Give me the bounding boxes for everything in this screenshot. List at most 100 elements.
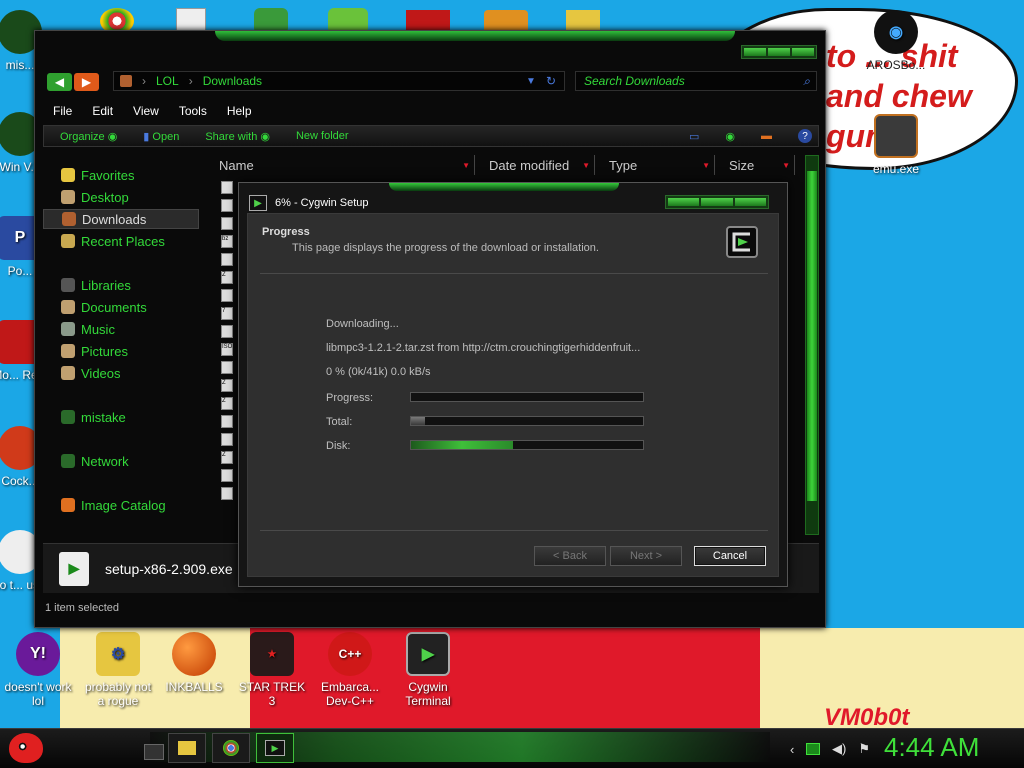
menu-tools[interactable]: Tools: [179, 104, 207, 118]
desktop-icon[interactable]: ⚙ probably not a rogue: [80, 632, 156, 708]
clock[interactable]: 4:44 AM: [884, 732, 979, 763]
file-icon[interactable]: [221, 469, 233, 482]
forward-arrow-icon[interactable]: ▶: [74, 73, 99, 91]
search-input[interactable]: Search Downloads ⌕: [575, 71, 817, 91]
file-icon[interactable]: Z: [221, 379, 233, 392]
organize-button[interactable]: Organize ◉: [60, 130, 117, 143]
nav-item-label: Pictures: [81, 343, 128, 359]
maximize-button[interactable]: [768, 48, 790, 56]
new-folder-button[interactable]: New folder: [296, 130, 349, 142]
file-icon[interactable]: Z: [221, 397, 233, 410]
start-button[interactable]: [4, 728, 48, 768]
file-icon[interactable]: 7: [221, 307, 233, 320]
breadcrumb-downloads[interactable]: Downloads: [203, 74, 262, 88]
cygwin-setup-dialog[interactable]: ▶ 6% - Cygwin Setup Progress This page d…: [238, 182, 788, 587]
nav-item-label: Libraries: [81, 277, 131, 293]
preview-pane-icon[interactable]: ▬: [761, 130, 772, 142]
total-label: Total:: [326, 416, 353, 428]
share-with-button[interactable]: Share with ◉: [205, 130, 270, 143]
minimize-button[interactable]: [668, 198, 700, 206]
desktop-icon[interactable]: Y! doesn't work lol: [0, 632, 76, 708]
desktop-icon[interactable]: ★ STAR TREK 3: [234, 632, 310, 708]
view-options-icon[interactable]: ◉: [725, 130, 735, 143]
scrollbar-thumb[interactable]: [807, 171, 817, 501]
close-button[interactable]: [792, 48, 814, 56]
maximize-button[interactable]: [701, 198, 733, 206]
folder-icon: [178, 741, 196, 755]
file-icon[interactable]: [221, 217, 233, 230]
column-type[interactable]: Type ▼: [595, 155, 715, 175]
minimize-button[interactable]: [744, 48, 766, 56]
open-button[interactable]: ▮ Open: [143, 130, 179, 143]
flag-icon[interactable]: ⚑: [858, 741, 870, 757]
file-icon[interactable]: [221, 325, 233, 338]
file-icon[interactable]: [221, 487, 233, 500]
taskbar-chrome[interactable]: [212, 733, 250, 763]
yahoo-icon: Y!: [16, 632, 60, 676]
taskbar-explorer[interactable]: [168, 733, 206, 763]
status-bar: 1 item selected: [45, 602, 119, 614]
desktop-icon[interactable]: emu.exe: [858, 114, 934, 176]
cancel-button[interactable]: Cancel: [694, 546, 766, 566]
chrome-icon: [223, 740, 239, 756]
nav-buttons[interactable]: ◀ ▶: [47, 73, 99, 91]
gears-icon: ⚙: [96, 632, 140, 676]
breadcrumb-lol[interactable]: LOL: [156, 74, 179, 88]
file-icon[interactable]: [221, 361, 233, 374]
cygwin-icon: ▶: [249, 195, 267, 211]
column-date-modified[interactable]: Date modified ▼: [475, 155, 595, 175]
nav-item-recent-places[interactable]: Recent Places: [43, 231, 199, 251]
show-desktop-icon[interactable]: [144, 744, 164, 760]
desktop-icon[interactable]: ▶ Cygwin Terminal: [390, 632, 466, 708]
nav-item-libraries[interactable]: Libraries: [43, 275, 199, 295]
file-icon[interactable]: Z: [221, 451, 233, 464]
nav-item-pictures[interactable]: Pictures: [43, 341, 199, 361]
network-icon[interactable]: [806, 743, 821, 755]
nav-item-favorites[interactable]: Favorites: [43, 165, 199, 185]
taskbar-cygwin-setup[interactable]: ▶: [256, 733, 294, 763]
nav-item-videos[interactable]: Videos: [43, 363, 199, 383]
column-size[interactable]: Size ▼: [715, 155, 795, 175]
back-arrow-icon[interactable]: ◀: [47, 73, 72, 91]
total-bar: [410, 416, 644, 426]
menu-view[interactable]: View: [133, 104, 159, 118]
nav-item-music[interactable]: Music: [43, 319, 199, 339]
file-icon[interactable]: [221, 289, 233, 302]
menu-help[interactable]: Help: [227, 104, 252, 118]
close-button[interactable]: [734, 198, 766, 206]
window-controls[interactable]: [741, 45, 817, 59]
file-icon[interactable]: [221, 253, 233, 266]
back-button[interactable]: < Back: [534, 546, 606, 566]
nav-item-downloads[interactable]: Downloads: [43, 209, 199, 229]
file-icon[interactable]: [221, 199, 233, 212]
chevron-left-icon[interactable]: ‹: [790, 742, 794, 757]
nav-item-documents[interactable]: Documents: [43, 297, 199, 317]
nav-item-network[interactable]: Network: [43, 451, 199, 471]
file-icon[interactable]: [221, 415, 233, 428]
volume-icon[interactable]: ◀): [832, 741, 846, 757]
address-bar[interactable]: › LOL › Downloads ▼ ↻: [113, 71, 565, 91]
column-name[interactable]: Name ▼: [205, 155, 475, 175]
desktop-icon[interactable]: C++ Embarca... Dev-C++: [312, 632, 388, 708]
desktop-icon[interactable]: INKBALLS: [156, 632, 232, 694]
file-icon[interactable]: [221, 181, 233, 194]
refresh-icon[interactable]: ↻: [546, 74, 564, 88]
help-icon[interactable]: ?: [798, 129, 812, 143]
file-icon[interactable]: Z: [221, 271, 233, 284]
file-icon[interactable]: bz: [221, 235, 233, 248]
window-controls[interactable]: [665, 195, 769, 209]
search-icon[interactable]: ⌕: [803, 74, 810, 89]
file-icon[interactable]: ISO: [221, 343, 233, 356]
dropdown-arrow-icon[interactable]: ▼: [526, 76, 536, 87]
nav-item-image-catalog[interactable]: Image Catalog: [43, 495, 199, 515]
nav-item-desktop[interactable]: Desktop: [43, 187, 199, 207]
view-icon[interactable]: ▭: [689, 130, 699, 143]
desktop-icon[interactable]: ◉ AROSBo...: [858, 10, 934, 72]
file-icon[interactable]: [221, 433, 233, 446]
dialog-title-bar[interactable]: ▶ 6% - Cygwin Setup: [249, 195, 369, 211]
nav-item-label: Videos: [81, 365, 121, 381]
next-button[interactable]: Next >: [610, 546, 682, 566]
nav-item-mistake[interactable]: mistake: [43, 407, 199, 427]
menu-edit[interactable]: Edit: [92, 104, 113, 118]
menu-file[interactable]: File: [53, 104, 72, 118]
